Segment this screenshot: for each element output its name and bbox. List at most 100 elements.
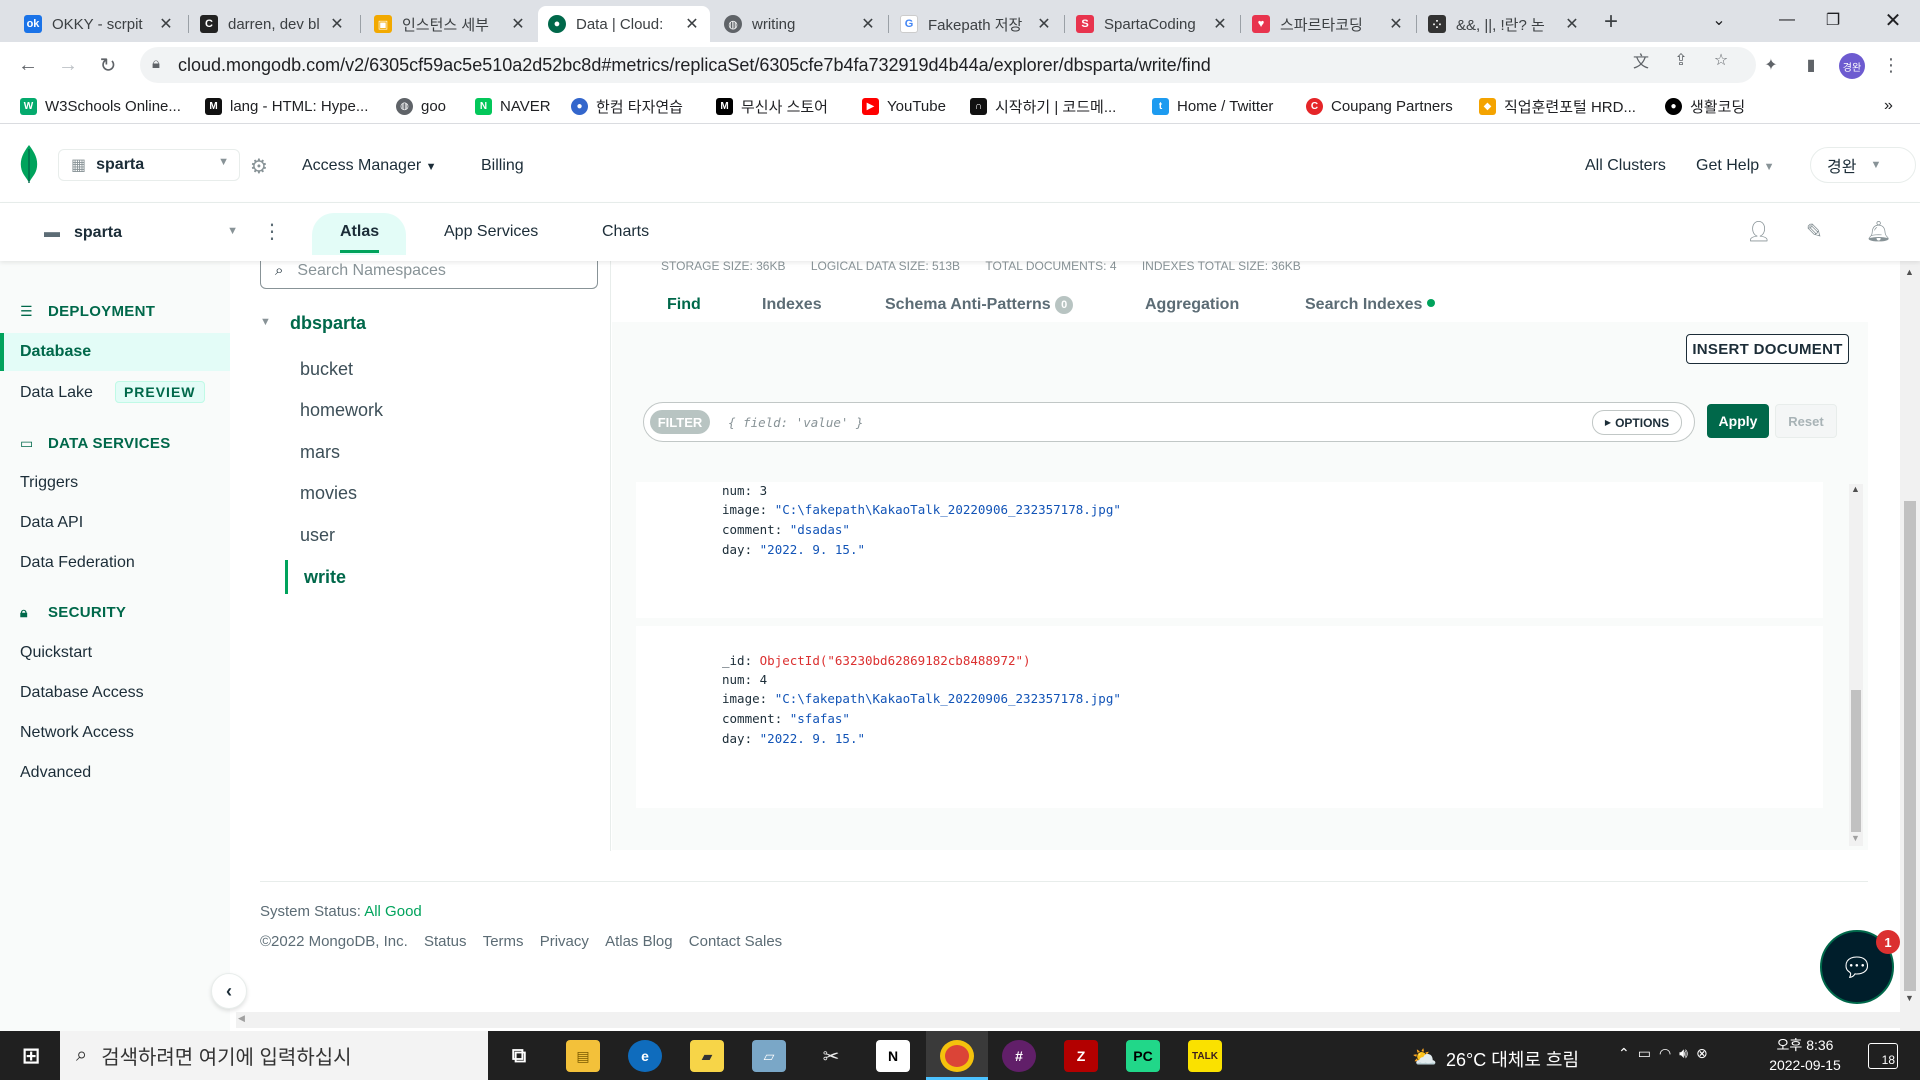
database-dbsparta[interactable]: dbsparta <box>290 313 366 334</box>
org-settings-gear-icon[interactable]: ⚙ <box>250 154 268 179</box>
page-scrollbar[interactable]: ▲ ▼ <box>1900 261 1920 1031</box>
footer-link-atlas-blog[interactable]: Atlas Blog <box>605 933 673 950</box>
bookmark-item[interactable]: ◍ goo <box>396 96 446 116</box>
filezilla-icon[interactable]: Z <box>1064 1040 1098 1072</box>
tab-find[interactable]: Find <box>667 296 701 314</box>
close-tab-icon[interactable]: ✕ <box>329 14 345 34</box>
notification-center-icon[interactable]: 18 <box>1868 1043 1898 1069</box>
close-tab-icon[interactable]: ✕ <box>684 14 700 34</box>
bookmarks-overflow-icon[interactable]: » <box>1884 96 1893 116</box>
bookmark-item[interactable]: Mlang - HTML: Hype... <box>205 96 368 116</box>
collapse-sidebar-chevron-icon[interactable]: ‹ <box>211 973 247 1009</box>
bookmark-item[interactable]: ● 한컴 타자연습 <box>571 96 683 116</box>
pycharm-icon[interactable]: PC <box>1126 1040 1160 1072</box>
slack-icon[interactable]: # <box>1002 1040 1036 1072</box>
browser-tab[interactable]: ◍ writing ✕ <box>714 6 886 42</box>
scroll-up-arrow-icon[interactable]: ▲ <box>1851 484 1860 494</box>
share-icon[interactable]: ⇪ <box>1668 47 1694 73</box>
chrome-menu-icon[interactable]: ⋮ <box>1878 52 1904 78</box>
snipping-tool-icon[interactable]: ✂ <box>814 1040 848 1072</box>
scroll-left-arrow-icon[interactable]: ◀ <box>238 1013 245 1024</box>
close-tab-icon[interactable]: ✕ <box>1212 14 1228 34</box>
reset-button[interactable]: Reset <box>1775 404 1837 438</box>
sidebar-item-triggers[interactable]: Triggers <box>20 474 78 492</box>
billing-link[interactable]: Billing <box>481 157 524 175</box>
scrollbar-thumb[interactable] <box>1904 501 1916 991</box>
browser-tab[interactable]: S SpartaCoding ✕ <box>1066 6 1238 42</box>
tab-schema-anti-patterns[interactable]: Schema Anti-Patterns 0 <box>885 296 1074 314</box>
get-help-menu[interactable]: Get Help ▼ <box>1696 157 1774 175</box>
sidebar-item-advanced[interactable]: Advanced <box>20 764 91 782</box>
project-select[interactable]: ▬ sparta ▼ <box>44 221 238 245</box>
tab-charts[interactable]: Charts <box>602 223 649 241</box>
tab-search-indexes[interactable]: Search Indexes <box>1305 296 1435 314</box>
organization-select[interactable]: ▦ sparta ▼ <box>58 149 240 181</box>
sidebar-item-quickstart[interactable]: Quickstart <box>20 644 92 662</box>
browser-tab[interactable]: ▣ 인스턴스 세부 ✕ <box>364 6 536 42</box>
sidebar-item-network-access[interactable]: Network Access <box>20 724 134 742</box>
scroll-down-arrow-icon[interactable]: ▼ <box>1851 833 1860 843</box>
status-value[interactable]: All Good <box>364 903 422 920</box>
footer-link-status[interactable]: Status <box>424 933 467 950</box>
documents-scrollbar[interactable]: ▲ ▼ <box>1849 484 1863 846</box>
close-tab-icon[interactable]: ✕ <box>1036 14 1052 34</box>
browser-tab[interactable]: ♥ 스파르타코딩 ✕ <box>1242 6 1414 42</box>
browser-tab[interactable]: ok OKKY - scrpit ✕ <box>14 6 184 42</box>
browser-tab-active[interactable]: ● Data | Cloud: ✕ <box>538 6 710 42</box>
browser-tab[interactable]: G Fakepath 저장 ✕ <box>890 6 1062 42</box>
task-view-icon[interactable]: ⧉ <box>502 1040 536 1072</box>
sidebar-item-data-api[interactable]: Data API <box>20 514 83 532</box>
browser-tab[interactable]: C darren, dev bl ✕ <box>190 6 355 42</box>
notepad-icon[interactable]: ▱ <box>752 1040 786 1072</box>
sidebar-item-data-lake[interactable]: Data Lake PREVIEW <box>20 381 205 403</box>
scroll-up-arrow-icon[interactable]: ▲ <box>1905 267 1914 277</box>
user-menu[interactable]: 경완 ▼ <box>1810 147 1916 183</box>
bookmark-star-icon[interactable]: ☆ <box>1708 47 1734 73</box>
collection-item[interactable]: movies <box>300 483 357 504</box>
extensions-puzzle-icon[interactable]: ✦ <box>1758 52 1784 78</box>
system-tray-icons[interactable]: ⌃▭◠🔊︎⊗ <box>1618 1045 1716 1062</box>
scrollbar-thumb[interactable] <box>1851 690 1861 832</box>
filter-input[interactable]: { field: 'value' } <box>728 415 863 430</box>
taskbar-search-box[interactable]: ⌕ 검색하려면 여기에 입력하십시 <box>60 1031 488 1080</box>
new-tab-plus-icon[interactable]: + <box>1597 8 1625 36</box>
insert-document-button[interactable]: INSERT DOCUMENT <box>1686 334 1849 364</box>
invite-user-icon[interactable]: 👤︎ <box>1746 219 1771 244</box>
project-options-icon[interactable]: ⋮ <box>262 219 282 244</box>
back-arrow-icon[interactable]: ← <box>14 51 42 79</box>
tab-atlas[interactable]: Atlas <box>340 223 380 253</box>
windows-start-icon[interactable]: ⊞ <box>14 1040 48 1072</box>
window-close-icon[interactable]: ✕ <box>1870 0 1916 40</box>
browser-tab[interactable]: ⁘ &&, ||, !란? 논 ✕ <box>1418 6 1590 42</box>
bookmark-item[interactable]: N NAVER <box>475 96 551 116</box>
bookmark-item[interactable]: C Coupang Partners <box>1306 96 1453 116</box>
translate-icon[interactable]: 文 <box>1628 47 1654 73</box>
bookmark-item[interactable]: M 무신사 스토어 <box>716 96 828 116</box>
restore-icon[interactable]: ❐ <box>1810 0 1856 40</box>
sticky-notes-icon[interactable]: ▰ <box>690 1040 724 1072</box>
close-tab-icon[interactable]: ✕ <box>510 14 526 34</box>
close-tab-icon[interactable]: ✕ <box>158 14 174 34</box>
tab-app-services[interactable]: App Services <box>444 223 538 241</box>
apply-button[interactable]: Apply <box>1707 404 1769 438</box>
all-clusters-link[interactable]: All Clusters <box>1585 157 1666 175</box>
bookmark-item[interactable]: ∩ 시작하기 | 코드메... <box>970 96 1116 116</box>
collection-item[interactable]: user <box>300 525 335 546</box>
notifications-bell-icon[interactable]: 🔔︎ <box>1866 219 1891 244</box>
clock[interactable]: 오후 8:36 2022-09-15 <box>1760 1035 1850 1075</box>
horizontal-scrollbar[interactable]: ◀ <box>236 1012 1900 1028</box>
footer-link-privacy[interactable]: Privacy <box>540 933 589 950</box>
collection-item[interactable]: bucket <box>300 359 353 380</box>
collection-item-active[interactable]: write <box>304 567 346 588</box>
bookmark-item[interactable]: ◆ 직업훈련포털 HRD... <box>1479 96 1636 116</box>
mongodb-leaf-icon[interactable] <box>20 145 38 183</box>
close-tab-icon[interactable]: ✕ <box>860 14 876 34</box>
close-tab-icon[interactable]: ✕ <box>1564 14 1580 34</box>
footer-link-terms[interactable]: Terms <box>483 933 524 950</box>
bookmark-item[interactable]: t Home / Twitter <box>1152 96 1273 116</box>
footer-link-contact-sales[interactable]: Contact Sales <box>689 933 782 950</box>
edge-browser-icon[interactable]: e <box>628 1040 662 1072</box>
bookmark-item[interactable]: W W3Schools Online... <box>20 96 181 116</box>
reload-icon[interactable]: ↻ <box>94 51 122 79</box>
address-bar[interactable]: 🔒︎ cloud.mongodb.com/v2/6305cf59ac5e510a… <box>140 47 1756 83</box>
